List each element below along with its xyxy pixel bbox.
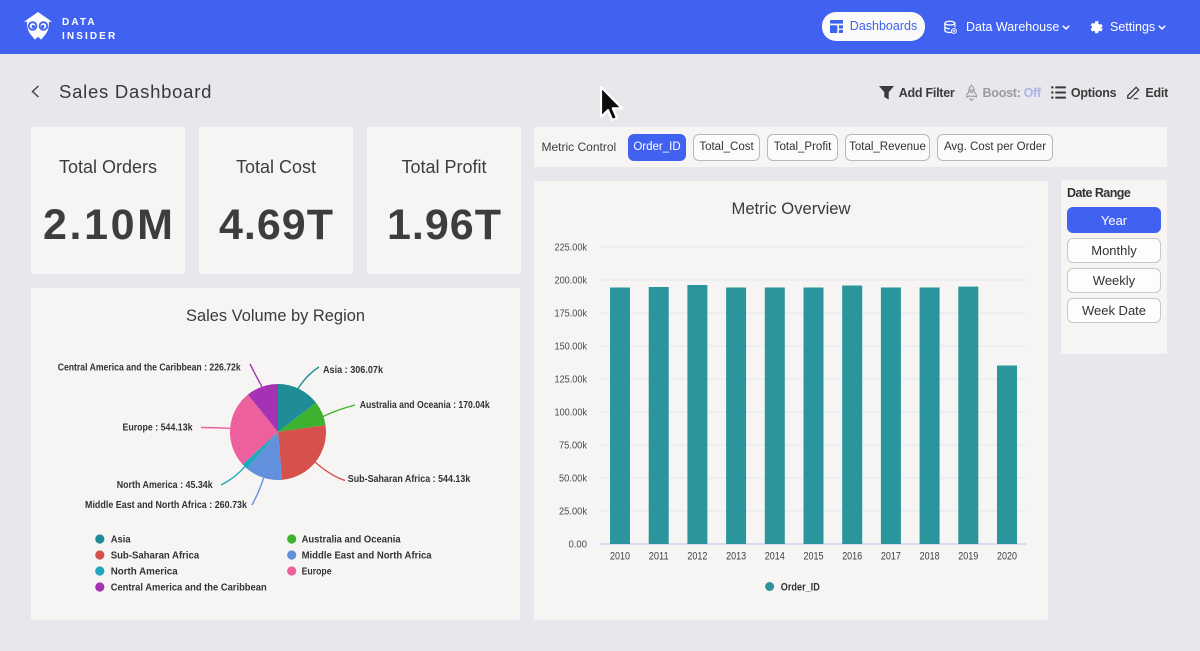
svg-text:Australia and Oceania : 170.04: Australia and Oceania : 170.04k — [360, 399, 490, 411]
svg-text:2020: 2020 — [997, 551, 1017, 563]
svg-text:0.00: 0.00 — [569, 540, 588, 551]
svg-text:Australia and Oceania: Australia and Oceania — [302, 534, 401, 546]
svg-text:2011: 2011 — [649, 551, 669, 563]
svg-text:Sales Volume by Region: Sales Volume by Region — [186, 306, 365, 325]
svg-text:225.00k: 225.00k — [555, 243, 588, 254]
svg-text:Asia : 306.07k: Asia : 306.07k — [323, 364, 383, 376]
svg-text:50.00k: 50.00k — [559, 474, 588, 485]
svg-text:2012: 2012 — [687, 551, 707, 563]
svg-text:25.00k: 25.00k — [559, 507, 588, 518]
svg-text:Sub-Saharan Africa : 544.13k: Sub-Saharan Africa : 544.13k — [348, 473, 471, 485]
svg-text:125.00k: 125.00k — [555, 375, 588, 386]
svg-text:Central America and the Caribb: Central America and the Caribbean — [111, 582, 267, 594]
svg-text:North America: North America — [111, 566, 178, 578]
svg-text:2014: 2014 — [765, 551, 785, 563]
svg-text:Order_ID: Order_ID — [781, 582, 820, 594]
svg-text:2015: 2015 — [804, 551, 824, 563]
svg-text:Asia: Asia — [111, 534, 131, 546]
svg-text:Middle East and North Africa: Middle East and North Africa — [302, 550, 432, 562]
svg-text:North America : 45.34k: North America : 45.34k — [117, 479, 213, 491]
svg-text:Metric Overview: Metric Overview — [732, 199, 852, 218]
svg-text:175.00k: 175.00k — [555, 309, 588, 320]
svg-text:2010: 2010 — [610, 551, 630, 563]
svg-text:Middle East and North Africa :: Middle East and North Africa : 260.73k — [85, 499, 247, 511]
svg-text:2019: 2019 — [958, 551, 978, 563]
svg-text:150.00k: 150.00k — [555, 342, 588, 353]
svg-text:Central America and the Caribb: Central America and the Caribbean : 226.… — [58, 362, 241, 374]
svg-text:2018: 2018 — [920, 551, 940, 563]
svg-text:2017: 2017 — [881, 551, 901, 563]
svg-text:Sub-Saharan Africa: Sub-Saharan Africa — [111, 550, 200, 562]
svg-text:75.00k: 75.00k — [559, 441, 588, 452]
svg-text:Europe : 544.13k: Europe : 544.13k — [123, 422, 193, 434]
svg-text:100.00k: 100.00k — [555, 408, 588, 419]
svg-text:200.00k: 200.00k — [555, 276, 588, 287]
svg-text:2016: 2016 — [842, 551, 862, 563]
svg-text:Europe: Europe — [302, 566, 332, 578]
svg-text:2013: 2013 — [726, 551, 746, 563]
